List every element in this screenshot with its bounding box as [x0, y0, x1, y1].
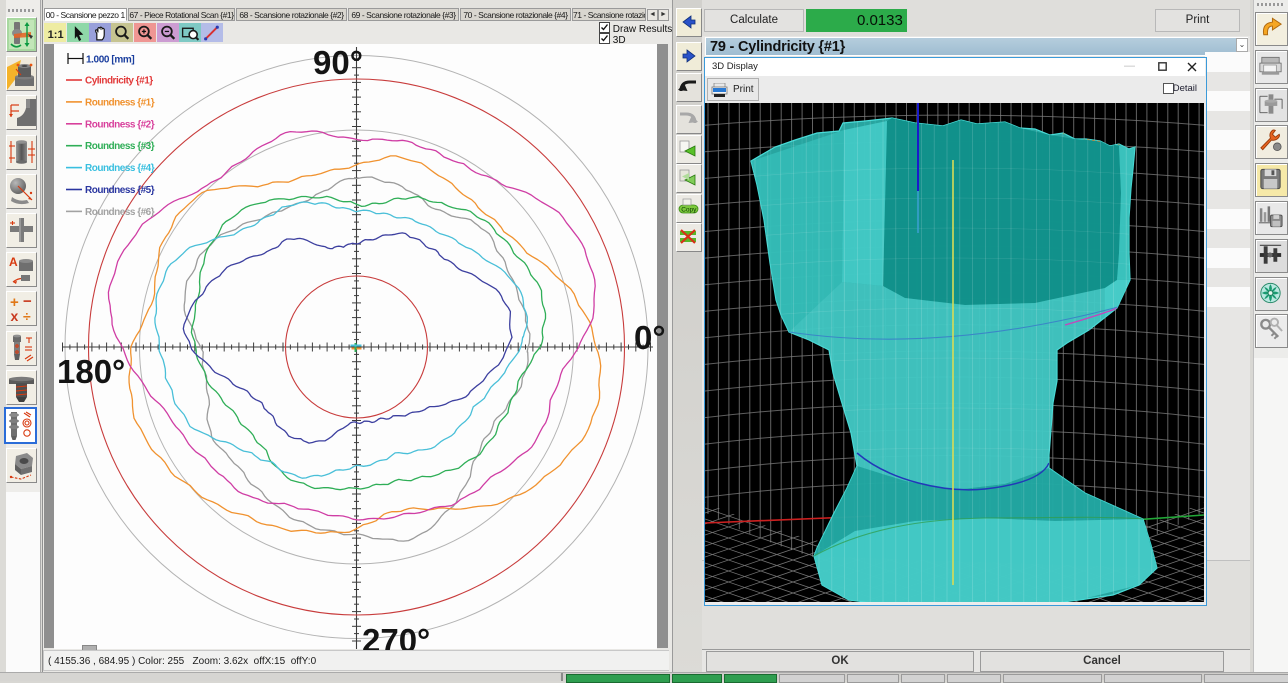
svg-text:90°: 90° [313, 44, 363, 81]
svg-text:Roundness {#4}: Roundness {#4} [85, 163, 155, 174]
svg-text:180°: 180° [57, 353, 125, 390]
svg-text:Roundness {#6}: Roundness {#6} [85, 207, 155, 218]
svg-text:Roundness {#1}: Roundness {#1} [85, 97, 155, 108]
svg-text:Roundness {#5}: Roundness {#5} [85, 185, 155, 196]
svg-text:Cylindricity {#1}: Cylindricity {#1} [85, 76, 153, 87]
svg-text:x: x [11, 308, 19, 324]
svg-text:Roundness {#2}: Roundness {#2} [85, 119, 155, 130]
svg-text:÷: ÷ [23, 308, 31, 324]
svg-text:Copy: Copy [681, 207, 697, 214]
svg-text:A: A [9, 255, 18, 269]
svg-text:270°: 270° [362, 622, 430, 650]
svg-text:0°: 0° [634, 319, 666, 356]
svg-text:Roundness {#3}: Roundness {#3} [85, 141, 155, 152]
svg-text:1.000 [mm]: 1.000 [mm] [86, 55, 134, 66]
svg-text:1:1: 1:1 [48, 29, 64, 41]
